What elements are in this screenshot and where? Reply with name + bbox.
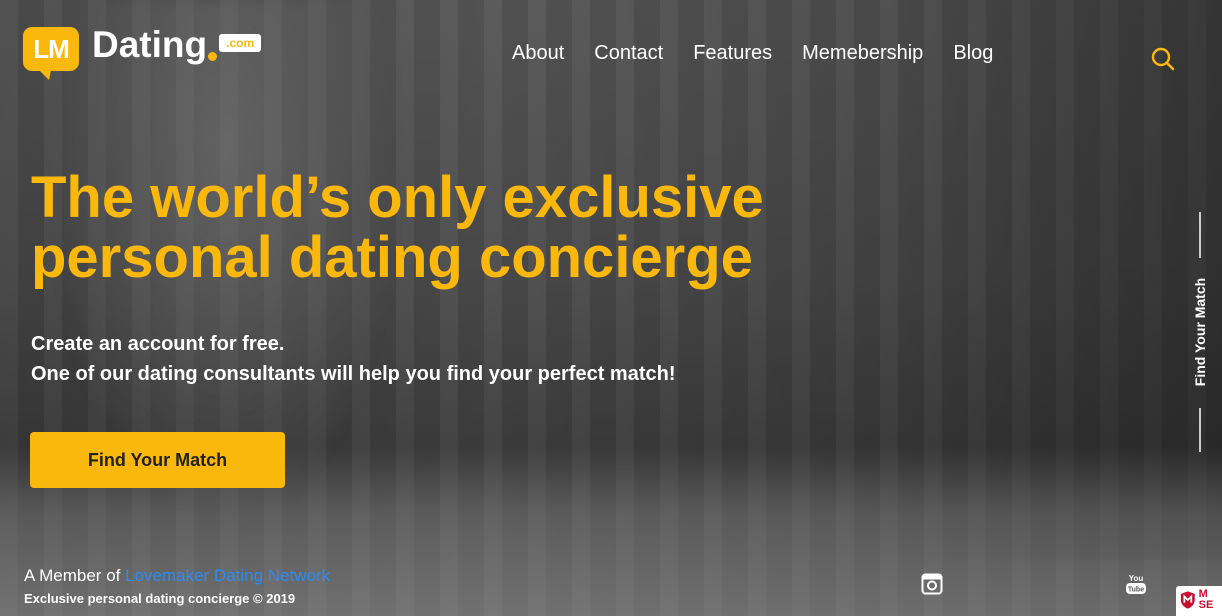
nav-features[interactable]: Features xyxy=(693,42,772,65)
side-rail-line-top xyxy=(1199,212,1201,258)
svg-text:Tube: Tube xyxy=(1128,587,1144,594)
hero-headline: The world’s only exclusive personal dati… xyxy=(31,165,764,290)
logo-name: Dating xyxy=(92,24,208,65)
search-button[interactable] xyxy=(1150,46,1176,72)
copyright-text: Exclusive personal dating concierge © 20… xyxy=(24,591,296,606)
nav-contact[interactable]: Contact xyxy=(594,42,663,65)
logo-wordmark: Dating xyxy=(92,24,218,66)
logo-dot xyxy=(208,52,218,61)
nav-blog[interactable]: Blog xyxy=(953,42,993,65)
find-your-match-button[interactable]: Find Your Match xyxy=(30,432,285,488)
site-header: LM Dating .com About Contact Features Me… xyxy=(0,0,1222,100)
youtube-icon: You Tube xyxy=(1126,574,1146,594)
nav-about[interactable]: About xyxy=(512,42,564,65)
instagram-link[interactable] xyxy=(921,573,943,595)
side-rail-line-bottom xyxy=(1199,408,1201,452)
hero-subtext-line-1: Create an account for free. xyxy=(31,333,285,355)
site-logo[interactable]: LM Dating .com xyxy=(23,24,262,80)
member-line: A Member of Lovemaker Dating Network xyxy=(24,566,330,586)
youtube-link[interactable]: You Tube xyxy=(1124,572,1148,596)
instagram-icon xyxy=(921,573,943,595)
logo-monogram: LM xyxy=(23,27,79,80)
side-rail: Find Your Match xyxy=(1186,212,1216,452)
logo-tld: .com xyxy=(219,34,262,52)
side-rail-find-match-link[interactable]: Find Your Match xyxy=(1192,278,1208,386)
hero-subtext: Create an account for free. One of our d… xyxy=(31,329,675,389)
member-prefix: A Member of xyxy=(24,566,121,585)
hero-subtext-line-2: One of our dating consultants will help … xyxy=(31,363,676,385)
svg-text:You: You xyxy=(1129,574,1144,583)
security-badge[interactable]: M SE xyxy=(1176,586,1222,616)
nav-membership[interactable]: Memebership xyxy=(802,42,923,65)
shield-icon xyxy=(1180,591,1195,609)
security-badge-text: M SE xyxy=(1198,588,1214,611)
footer-info: A Member of Lovemaker Dating Network Exc… xyxy=(24,566,330,606)
search-icon xyxy=(1151,47,1175,71)
main-navigation: About Contact Features Memebership Blog xyxy=(512,42,993,65)
lovemaker-network-link[interactable]: Lovemaker Dating Network xyxy=(125,566,330,585)
